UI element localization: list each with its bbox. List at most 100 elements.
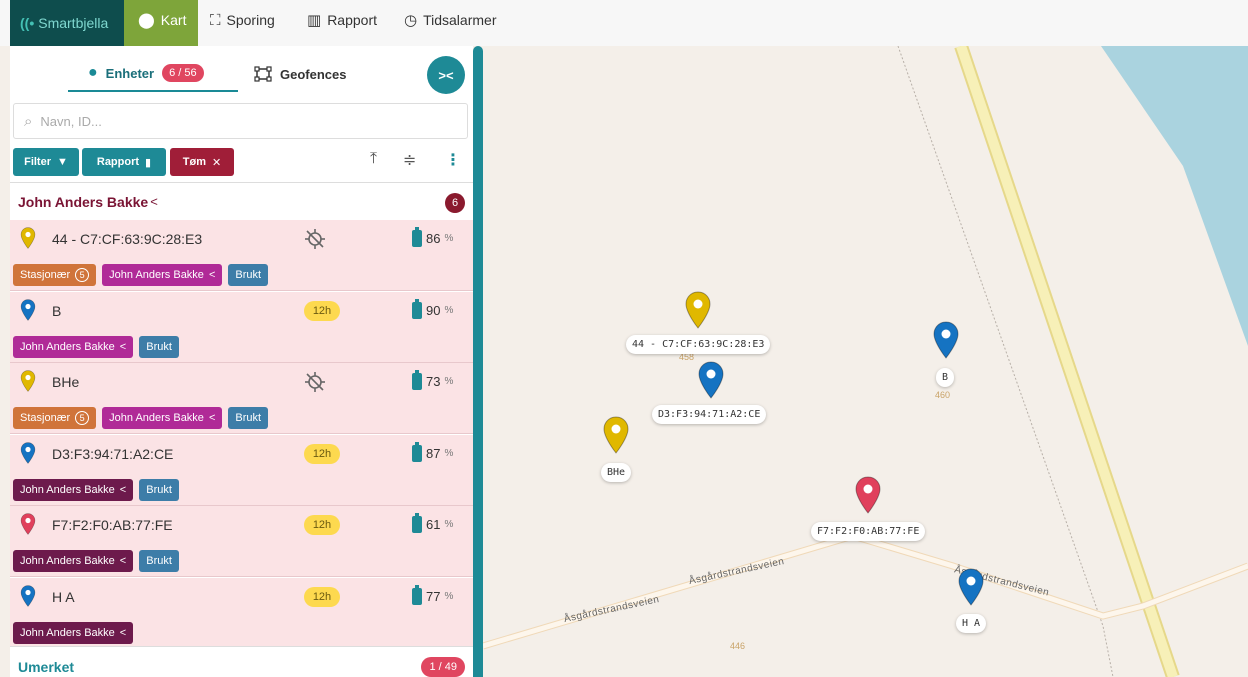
report-label: Rapport [96, 156, 140, 168]
battery-level: 61% [412, 513, 453, 533]
map-marker-pin[interactable] [933, 321, 959, 359]
units-count-badge: 6 / 56 [162, 64, 204, 82]
unit-row[interactable]: B 12h 90% John Anders Bakke < Brukt [10, 291, 473, 363]
unit-row[interactable]: H A 12h 77% John Anders Bakke < [10, 577, 473, 649]
clear-label: Tøm [182, 156, 206, 168]
map-pin-icon [20, 370, 36, 392]
map-view[interactable]: Åsgårdstrandsveien Åsgårdstrandsveien Ås… [483, 46, 1248, 677]
owner-tag[interactable]: John Anders Bakke < [102, 407, 223, 429]
map-marker-pin[interactable] [685, 291, 711, 329]
sidebar-tabs: ● Enheter 6 / 56 Geofences >< [10, 46, 473, 96]
map-marker-pin[interactable] [698, 361, 724, 399]
group-count-badge: 6 [445, 193, 465, 213]
search-input[interactable] [40, 113, 421, 129]
battery-icon [412, 584, 422, 605]
nav-item-tidsalarmer[interactable]: ◷ Tidsalarmer [404, 0, 496, 46]
unit-tags: John Anders Bakke < [13, 621, 134, 644]
clock-icon: ◷ [404, 12, 418, 29]
map-marker-label[interactable]: 44 - C7:CF:63:9C:28:E3 [626, 335, 771, 354]
tab-units-label: Enheter [105, 65, 155, 81]
unit-name: BHe [52, 374, 80, 390]
map-marker-label[interactable]: BHe [601, 463, 632, 482]
unit-name: F7:F2:F0:AB:77:FE [52, 517, 173, 533]
search-box: ⌕ [13, 103, 468, 139]
nav-item-kart[interactable]: ⬤ Kart [124, 0, 198, 46]
unit-name: D3:F3:94:71:A2:CE [52, 445, 174, 462]
sidebar-toolbar: Filter ▼ Rapport ▮ Tøm ✕ ⤒ ≑ ⋮ [13, 148, 468, 176]
brand-logo[interactable]: ((• Smartbjella [10, 0, 124, 46]
map-marker-pin[interactable] [855, 476, 881, 514]
battery-icon [412, 298, 422, 319]
share-icon: < [119, 555, 127, 567]
used-tag: Brukt [139, 550, 179, 572]
map-marker-label[interactable]: F7:F2:F0:AB:77:FE [811, 522, 926, 541]
unit-tags: John Anders Bakke < Brukt [13, 478, 179, 501]
group-header[interactable]: John Anders Bakke < 6 [10, 182, 473, 220]
map-pin-icon [20, 513, 36, 535]
share-icon: < [119, 626, 127, 639]
map-marker-label[interactable]: B [936, 368, 955, 387]
unit-tags: Stasjonær 5 John Anders Bakke < Brukt [13, 264, 269, 286]
map-pin-icon [20, 441, 36, 464]
filter-button[interactable]: Filter ▼ [13, 148, 79, 176]
map-marker-pin[interactable] [603, 416, 629, 454]
document-icon: ▮ [145, 156, 152, 169]
tab-geofences[interactable]: Geofences [254, 56, 346, 92]
collapse-label: >< [438, 67, 454, 83]
more-options-icon[interactable]: ⋮ [445, 150, 461, 170]
nav-item-label: Tidsalarmer [423, 12, 497, 28]
battery-level: 90% [412, 298, 453, 319]
owner-tag[interactable]: John Anders Bakke < [13, 621, 134, 644]
map-pin-icon [20, 227, 36, 249]
map-base [483, 46, 1248, 677]
share-icon: < [119, 340, 127, 353]
unit-row[interactable]: F7:F2:F0:AB:77:FE 12h 61% John Anders Bakke… [10, 506, 473, 577]
nav-item-rapport[interactable]: ▥ Rapport [307, 0, 377, 46]
bar-chart-icon: ▥ [307, 12, 322, 29]
clear-button[interactable]: Tøm ✕ [170, 148, 234, 176]
tab-geofences-label: Geofences [280, 66, 347, 82]
map-pin-icon: ● [88, 64, 98, 81]
unit-row[interactable]: D3:F3:94:71:A2:CE 12h 87% John Anders Bakke… [10, 434, 473, 506]
stationary-count-icon: 5 [75, 268, 90, 282]
owner-tag[interactable]: John Anders Bakke < [13, 335, 134, 358]
unit-tags: John Anders Bakke < Brukt [13, 550, 179, 572]
water-area [1101, 46, 1248, 346]
search-icon: ⌕ [24, 112, 33, 130]
share-icon: < [119, 483, 127, 496]
stationary-tag: Stasjonær 5 [13, 407, 97, 429]
collapse-all-icon[interactable]: ≑ [403, 150, 416, 170]
collapse-sidebar-button[interactable]: >< [427, 56, 465, 94]
unit-row[interactable]: 44 - C7:CF:63:9C:28:E3 86% Stasjonær 5 John … [10, 220, 473, 291]
tab-units[interactable]: ● Enheter 6 / 56 [68, 56, 238, 92]
map-marker-pin[interactable] [958, 568, 984, 606]
unit-tags: John Anders Bakke < Brukt [13, 335, 179, 358]
battery-level: 77% [412, 584, 453, 605]
tracking-icon: ⛶ [210, 11, 221, 29]
group-title: Umerket [18, 658, 75, 675]
used-tag: Brukt [228, 407, 269, 429]
expand-all-icon[interactable]: ⤒ [370, 150, 377, 168]
group-header-umerket[interactable]: Umerket 1 / 49 [10, 646, 473, 677]
unit-row[interactable]: BHe 73% Stasjonær 5 John Anders Bakke < Brukt [10, 363, 473, 434]
owner-tag[interactable]: John Anders Bakke < [102, 264, 223, 286]
sidebar-scrollbar[interactable] [473, 46, 483, 677]
owner-tag[interactable]: John Anders Bakke < [13, 478, 134, 501]
signal-icon: ((• [20, 15, 35, 31]
map-pin-icon: ⬤ [138, 12, 155, 29]
report-button[interactable]: Rapport ▮ [82, 148, 166, 176]
close-icon: ✕ [212, 156, 222, 169]
nav-item-sporing[interactable]: ⛶ Sporing [210, 0, 275, 46]
owner-tag[interactable]: John Anders Bakke < [13, 550, 134, 572]
unit-tags: Stasjonær 5 John Anders Bakke < Brukt [13, 407, 269, 429]
map-marker-label[interactable]: H A [956, 614, 987, 633]
battery-level: 86% [412, 227, 453, 247]
map-marker-label[interactable]: D3:F3:94:71:A2:CE [652, 405, 767, 424]
battery-level: 73% [412, 370, 453, 390]
map-pin-icon [20, 298, 36, 321]
group-title: John Anders Bakke [18, 193, 149, 210]
map-pin-icon [20, 584, 36, 607]
nav-item-label: Sporing [226, 12, 275, 28]
no-gps-icon [304, 228, 326, 255]
last-seen-badge: 12h [304, 586, 340, 607]
